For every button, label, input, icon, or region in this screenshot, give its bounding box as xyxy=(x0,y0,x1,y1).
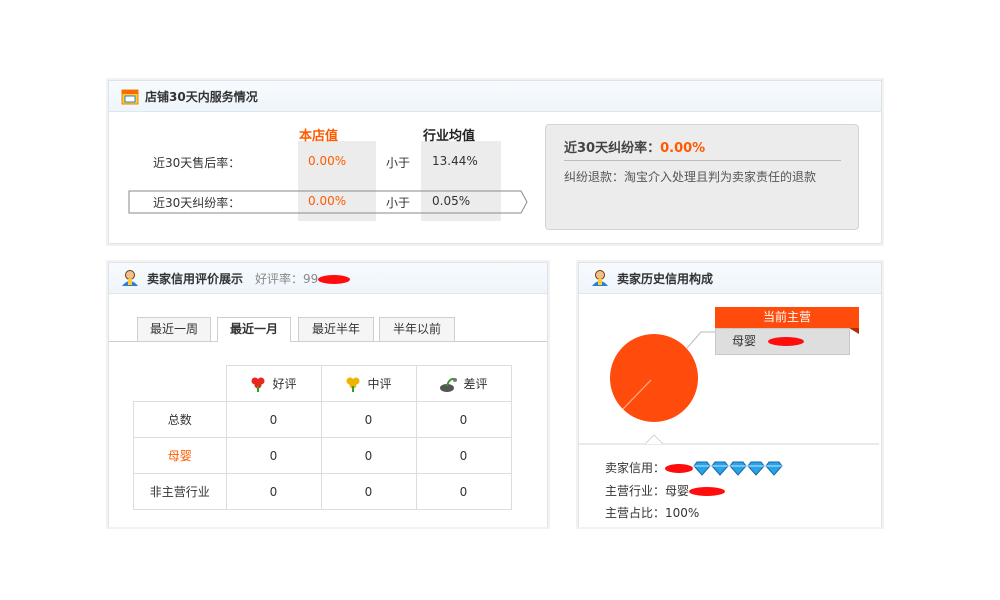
cell-value: 0 xyxy=(415,473,512,510)
credit-panel: 卖家信用评价展示 好评率：99 最近一周 最近一月 最近半年 半年以前 好评 中… xyxy=(108,262,548,527)
header-negative: 差评 xyxy=(415,365,512,402)
industry-avg-header: 行业均值 xyxy=(423,129,476,144)
table-row: 非主营行业 0 0 0 xyxy=(133,473,512,510)
dispute-detail-box: 近30天纠纷率：0.00% 纠纷退款：淘宝介入处理且判为卖家责任的退款 xyxy=(545,124,859,230)
credit-panel-title: 卖家信用评价展示 xyxy=(147,271,244,286)
diamond-icon xyxy=(765,461,783,476)
cell-value: 0 xyxy=(320,437,417,474)
service-panel: 店铺30天内服务情况 本店值 行业均值 近30天售后率： 0.00% 小于 13… xyxy=(108,80,882,244)
category-name: 母婴 xyxy=(732,334,757,348)
credit-panel-header: 卖家信用评价展示 好评率：99 xyxy=(109,263,547,294)
tab-last-half-year[interactable]: 最近半年 xyxy=(298,317,374,341)
cell-value: 0 xyxy=(320,401,417,438)
badge-fold xyxy=(849,328,859,334)
positive-rate: 好评率：99 xyxy=(255,270,351,287)
yellow-flower-icon xyxy=(346,377,360,393)
table-row: 总数 0 0 0 xyxy=(133,401,512,438)
tab-last-month[interactable]: 最近一月 xyxy=(217,317,291,342)
header-neutral: 中评 xyxy=(320,365,417,402)
seller-avatar-icon xyxy=(122,270,138,286)
row-label-category[interactable]: 母婴 xyxy=(133,437,227,474)
detail-divider xyxy=(564,160,841,161)
table-header-row: 好评 中评 差评 xyxy=(133,365,512,402)
dispute-rate-label: 近30天纠纷率： xyxy=(153,196,241,210)
row-label-total: 总数 xyxy=(133,401,227,438)
pie-leader-line xyxy=(686,331,715,349)
main-share-value: 100% xyxy=(665,506,700,520)
rating-table: 好评 中评 差评 总数 0 0 0 母婴 0 0 0 非主营行业 0 0 0 xyxy=(133,365,512,510)
redaction-mark xyxy=(689,487,726,496)
seller-avatar-icon xyxy=(592,270,608,286)
wilted-flower-icon xyxy=(440,378,458,393)
aftersale-industry-value: 13.44% xyxy=(432,154,478,168)
tab-before-half-year[interactable]: 半年以前 xyxy=(379,317,455,341)
pie-pointer xyxy=(644,434,664,445)
aftersale-rate-label: 近30天售后率： xyxy=(153,156,241,170)
service-panel-header: 店铺30天内服务情况 xyxy=(109,81,881,112)
red-flower-icon xyxy=(251,377,265,393)
store-value-header: 本店值 xyxy=(299,129,339,144)
store-icon xyxy=(121,89,139,105)
redaction-mark xyxy=(665,464,694,473)
table-row: 母婴 0 0 0 xyxy=(133,437,512,474)
dispute-industry-value: 0.05% xyxy=(432,194,471,208)
dispute-store-value: 0.00% xyxy=(308,194,347,208)
aftersale-compare: 小于 xyxy=(386,156,411,170)
header-positive: 好评 xyxy=(225,365,322,402)
period-tabs: 最近一周 最近一月 最近半年 半年以前 xyxy=(109,317,547,342)
diamond-icon xyxy=(711,461,729,476)
seller-credit-row: 卖家信用： xyxy=(605,459,783,476)
diamond-icons xyxy=(693,461,783,476)
aftersale-store-value: 0.00% xyxy=(308,154,347,168)
cell-value: 0 xyxy=(225,401,322,438)
main-industry-row: 主营行业：母婴 xyxy=(605,482,726,499)
redaction-mark xyxy=(767,337,804,346)
main-share-row: 主营占比：100% xyxy=(605,506,700,520)
tab-last-week[interactable]: 最近一周 xyxy=(137,317,211,341)
category-legend[interactable]: 母婴 xyxy=(715,328,850,355)
history-panel-title: 卖家历史信用构成 xyxy=(617,271,714,286)
history-panel-header: 卖家历史信用构成 xyxy=(579,263,881,294)
cell-value: 0 xyxy=(225,473,322,510)
service-panel-title: 店铺30天内服务情况 xyxy=(145,89,258,104)
detail-description: 纠纷退款：淘宝介入处理且判为卖家责任的退款 xyxy=(564,170,817,184)
detail-title: 近30天纠纷率：0.00% xyxy=(564,141,706,156)
row-label-non-main: 非主营行业 xyxy=(133,473,227,510)
cell-value: 0 xyxy=(415,401,512,438)
redaction-mark xyxy=(318,274,351,284)
current-main-badge: 当前主营 xyxy=(715,307,859,328)
diamond-icon xyxy=(693,461,711,476)
detail-value: 0.00% xyxy=(660,141,706,156)
cell-value: 0 xyxy=(320,473,417,510)
diamond-icon xyxy=(729,461,747,476)
dispute-compare: 小于 xyxy=(386,196,411,210)
history-panel: 卖家历史信用构成 当前主营 母婴 卖家信用： 主营行业：母婴 主营占比：100% xyxy=(578,262,882,527)
cell-value: 0 xyxy=(225,437,322,474)
cell-value: 0 xyxy=(415,437,512,474)
main-industry-value: 母婴 xyxy=(665,484,690,498)
diamond-icon xyxy=(747,461,765,476)
